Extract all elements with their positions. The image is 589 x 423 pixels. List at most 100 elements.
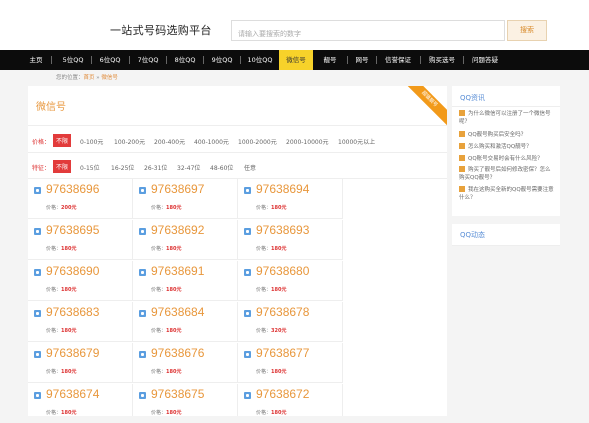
- price-prefix: 价格：: [46, 246, 62, 252]
- number-card[interactable]: 97638679 价格：180元: [28, 343, 133, 383]
- news-item[interactable]: QQ账号交易时会有什么风险？: [459, 155, 555, 163]
- news-item[interactable]: QQ靓号购买后安全吗？: [459, 131, 555, 139]
- feature-option-16-25[interactable]: 16-25位: [111, 163, 134, 172]
- number-card[interactable]: 97638683 价格：180元: [28, 302, 133, 342]
- nav-item-7qq[interactable]: 7位QQ: [131, 50, 165, 70]
- nav-item-net-number[interactable]: 网号: [349, 50, 375, 70]
- price-value: 200元: [61, 205, 77, 211]
- price-option-1000-2000[interactable]: 1000-2000元: [238, 137, 277, 146]
- nav-item-9qq[interactable]: 9位QQ: [205, 50, 239, 70]
- number-value[interactable]: 97638691: [151, 264, 204, 278]
- news-item[interactable]: 为什么微信可以注册了一个微信号呢？: [459, 110, 555, 126]
- nav-item-pretty-number[interactable]: 靓号: [314, 50, 346, 70]
- nav-divider: [240, 56, 241, 64]
- number-card[interactable]: 97638694 价格：180元: [238, 179, 343, 219]
- nav-item-faq[interactable]: 问题答疑: [465, 50, 505, 70]
- price-option-100-200[interactable]: 100-200元: [114, 137, 145, 146]
- price-prefix: 价格：: [151, 410, 167, 416]
- number-value[interactable]: 97638684: [151, 305, 204, 319]
- number-value[interactable]: 97638690: [46, 264, 99, 278]
- number-value[interactable]: 97638672: [256, 387, 309, 401]
- price-value: 180元: [271, 205, 287, 211]
- search-box[interactable]: [231, 20, 505, 44]
- number-card[interactable]: 97638697 价格：180元: [133, 179, 238, 219]
- news-item[interactable]: 我在这购买全新的QQ靓号需要注意什么？: [459, 186, 555, 202]
- feature-option-arbitrary[interactable]: 任意: [244, 163, 256, 172]
- wechat-icon: [244, 228, 251, 235]
- nav-item-10qq[interactable]: 10位QQ: [242, 50, 278, 70]
- number-value[interactable]: 97638696: [46, 182, 99, 196]
- feature-option-any[interactable]: 不限: [53, 160, 72, 173]
- number-value[interactable]: 97638678: [256, 305, 309, 319]
- wechat-icon: [34, 351, 41, 358]
- price-option-0-100[interactable]: 0-100元: [80, 137, 103, 146]
- number-card[interactable]: 97638692 价格：180元: [133, 220, 238, 260]
- hot-ribbon: 超值靓号: [402, 86, 447, 127]
- number-card[interactable]: 97638676 价格：180元: [133, 343, 238, 383]
- wechat-icon: [34, 269, 41, 276]
- number-card[interactable]: 97638693 价格：180元: [238, 220, 343, 260]
- number-card[interactable]: 97638684 价格：180元: [133, 302, 238, 342]
- search-button[interactable]: 搜索: [507, 20, 547, 41]
- number-value[interactable]: 97638694: [256, 182, 309, 196]
- number-value[interactable]: 97638677: [256, 346, 309, 360]
- price-option-200-400[interactable]: 200-400元: [154, 137, 185, 146]
- price-value: 320元: [271, 328, 287, 334]
- qq-dynamic-box: QQ动态: [452, 224, 560, 246]
- price-prefix: 价格：: [256, 205, 272, 211]
- number-price: 价格：180元: [256, 286, 286, 293]
- qq-news-title: QQ资讯: [460, 94, 486, 102]
- news-bullet-icon: [459, 186, 465, 192]
- number-value[interactable]: 97638674: [46, 387, 99, 401]
- number-card[interactable]: 97638672 价格：180元: [238, 384, 343, 416]
- price-prefix: 价格：: [46, 328, 62, 334]
- search-input[interactable]: [232, 24, 504, 44]
- nav-item-buy-select[interactable]: 购买选号: [422, 50, 462, 70]
- news-item-text: 怎么购买和激活QQ靓号？: [468, 144, 532, 150]
- price-value: 180元: [61, 410, 77, 416]
- news-item[interactable]: 怎么购买和激活QQ靓号？: [459, 143, 555, 151]
- number-value[interactable]: 97638683: [46, 305, 99, 319]
- number-value[interactable]: 97638676: [151, 346, 204, 360]
- number-card[interactable]: 97638677 价格：180元: [238, 343, 343, 383]
- number-card[interactable]: 97638675 价格：180元: [133, 384, 238, 416]
- number-card[interactable]: 97638674 价格：180元: [28, 384, 133, 416]
- price-option-2000-10000[interactable]: 2000-10000元: [286, 137, 329, 146]
- price-option-any[interactable]: 不限: [53, 134, 72, 147]
- nav-item-5qq[interactable]: 5位QQ: [56, 50, 90, 70]
- number-card[interactable]: 97638690 价格：180元: [28, 261, 133, 301]
- price-option-400-1000[interactable]: 400-1000元: [194, 137, 229, 146]
- number-value[interactable]: 97638680: [256, 264, 309, 278]
- news-bullet-icon: [459, 110, 465, 116]
- feature-option-26-31[interactable]: 26-31位: [144, 163, 167, 172]
- number-value[interactable]: 97638675: [151, 387, 204, 401]
- nav-item-wechat[interactable]: 微信号: [279, 50, 313, 70]
- number-card[interactable]: 97638691 价格：180元: [133, 261, 238, 301]
- feature-option-48-60[interactable]: 48-60位: [210, 163, 233, 172]
- feature-option-32-47[interactable]: 32-47位: [177, 163, 200, 172]
- number-price: 价格：180元: [151, 204, 181, 211]
- nav-divider: [51, 56, 52, 64]
- news-item[interactable]: 购买了靓号后如何修改密保？怎么购买QQ靓号？: [459, 166, 555, 182]
- number-card[interactable]: 97638678 价格：320元: [238, 302, 343, 342]
- number-value[interactable]: 97638693: [256, 223, 309, 237]
- price-option-10000-plus[interactable]: 10000元以上: [338, 137, 375, 146]
- number-card[interactable]: 97638695 价格：180元: [28, 220, 133, 260]
- wechat-icon: [34, 228, 41, 235]
- number-card[interactable]: 97638696 价格：200元: [28, 179, 133, 219]
- number-value[interactable]: 97638679: [46, 346, 99, 360]
- number-card[interactable]: 97638680 价格：180元: [238, 261, 343, 301]
- nav-item-home[interactable]: 主页: [22, 50, 50, 70]
- number-price: 价格：180元: [46, 368, 76, 375]
- nav-item-credit-guarantee[interactable]: 信誉保证: [378, 50, 418, 70]
- number-value[interactable]: 97638695: [46, 223, 99, 237]
- title-divider: [452, 106, 560, 107]
- nav-item-6qq[interactable]: 6位QQ: [93, 50, 127, 70]
- nav-item-8qq[interactable]: 8位QQ: [168, 50, 202, 70]
- price-prefix: 价格：: [151, 205, 167, 211]
- number-value[interactable]: 97638697: [151, 182, 204, 196]
- breadcrumb-home-link[interactable]: 首页: [84, 75, 95, 81]
- price-value: 180元: [166, 410, 182, 416]
- number-value[interactable]: 97638692: [151, 223, 204, 237]
- feature-option-0-15[interactable]: 0-15位: [80, 163, 100, 172]
